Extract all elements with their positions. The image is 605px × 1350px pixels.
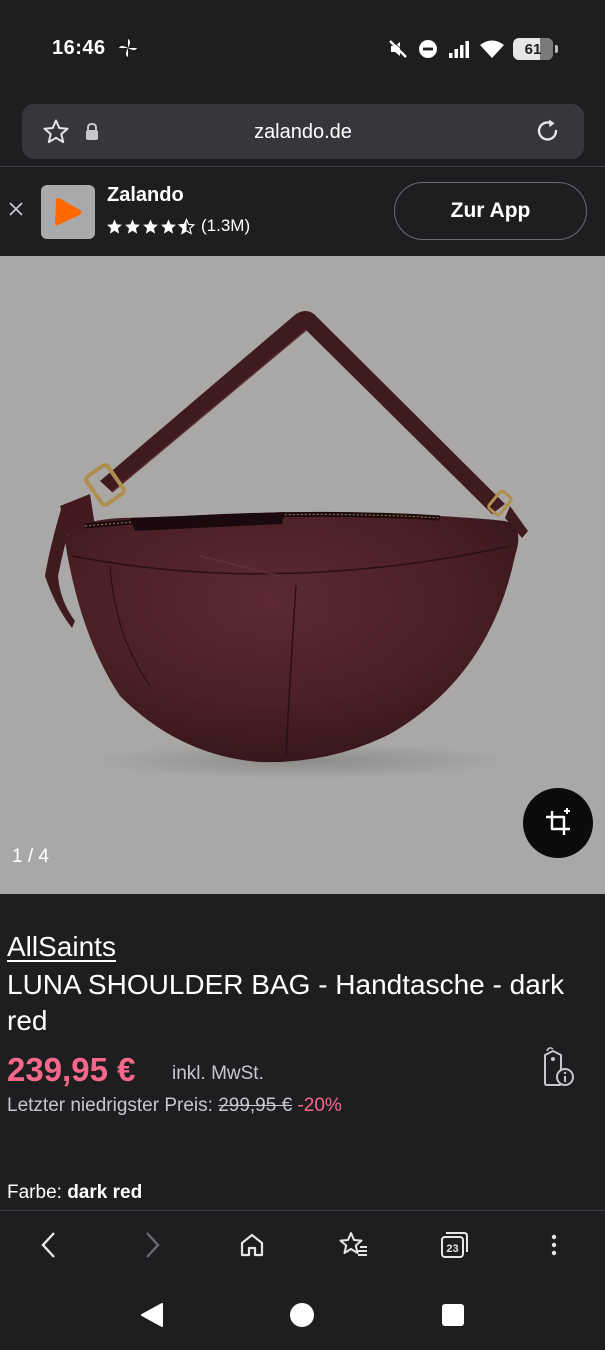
product-price: 239,95 €	[7, 1051, 136, 1088]
color-row: Farbe: dark red	[7, 1182, 142, 1204]
home-button[interactable]	[235, 1228, 269, 1262]
forward-button[interactable]	[135, 1228, 169, 1262]
star-full-icon	[107, 218, 122, 234]
address-bar[interactable]: zalando.de	[22, 104, 584, 159]
home-icon	[240, 1233, 264, 1257]
open-app-button[interactable]: Zur App	[394, 182, 587, 240]
rating-stars	[106, 217, 195, 235]
star-full-icon	[125, 218, 140, 234]
forward-icon	[146, 1232, 160, 1258]
nav-recents-button[interactable]	[440, 1302, 466, 1328]
bookmarks-icon	[339, 1232, 367, 1256]
tabs-button[interactable]: 23	[437, 1228, 471, 1262]
discount-badge: -20%	[297, 1095, 342, 1116]
pinwheel-icon	[119, 39, 137, 57]
lowest-price-value: 299,95 €	[218, 1095, 293, 1116]
status-icons: 61	[387, 36, 558, 62]
ar-view-button[interactable]	[523, 788, 593, 858]
browser-toolbar: 23	[0, 1210, 605, 1278]
zalando-app-icon	[41, 185, 95, 239]
color-label: Farbe:	[7, 1182, 62, 1203]
tabs-icon: 23	[441, 1232, 468, 1258]
more-icon	[551, 1234, 557, 1256]
nav-home-button[interactable]	[289, 1302, 315, 1328]
bookmarks-button[interactable]	[336, 1228, 370, 1262]
brand-link[interactable]: AllSaints	[7, 931, 116, 963]
app-rating: (1.3M)	[106, 216, 250, 236]
nav-home-icon	[290, 1303, 314, 1327]
star-full-icon	[143, 218, 158, 234]
product-photo[interactable]	[0, 256, 605, 894]
more-button[interactable]	[537, 1228, 571, 1262]
tab-count: 23	[446, 1243, 458, 1255]
battery-level: 61	[524, 40, 542, 58]
do-not-disturb-icon	[419, 40, 437, 58]
app-install-banner: Zalando (1.3M) Zur App	[0, 167, 605, 256]
product-image-gallery[interactable]: 1 / 4	[0, 256, 605, 894]
status-time: 16:46	[52, 37, 106, 59]
reload-icon[interactable]	[534, 117, 562, 145]
app-name: Zalando	[107, 184, 184, 206]
ar-view-icon	[546, 808, 570, 835]
signal-icon	[449, 41, 469, 58]
image-counter: 1 / 4	[12, 846, 49, 867]
color-value: dark red	[67, 1182, 143, 1203]
nav-back-icon	[141, 1303, 163, 1327]
lowest-price-label: Letzter niedrigster Preis:	[7, 1095, 213, 1116]
star-half-icon	[178, 217, 195, 235]
system-nav-bar	[0, 1278, 605, 1350]
price-info-icon[interactable]	[537, 1047, 577, 1089]
mute-icon	[389, 39, 408, 58]
close-icon[interactable]	[8, 201, 24, 217]
nav-back-button[interactable]	[139, 1302, 165, 1328]
lowest-price-row: Letzter niedrigster Preis: 299,95 € -20%	[7, 1095, 342, 1117]
star-full-icon	[161, 218, 176, 234]
wifi-icon	[480, 40, 504, 58]
battery-icon: 61	[513, 38, 558, 60]
nav-recents-icon	[442, 1304, 464, 1326]
back-button[interactable]	[32, 1228, 66, 1262]
product-info: AllSaints LUNA SHOULDER BAG - Handtasche…	[0, 894, 605, 1210]
url-field[interactable]: zalando.de	[22, 121, 584, 144]
scrollbar[interactable]	[595, 894, 605, 1210]
status-bar: 16:46 61	[0, 0, 605, 100]
vat-note: inkl. MwSt.	[172, 1063, 264, 1084]
back-icon	[41, 1232, 55, 1258]
rating-count: (1.3M)	[201, 216, 251, 235]
product-title: LUNA SHOULDER BAG - Handtasche - dark re…	[7, 969, 565, 1036]
